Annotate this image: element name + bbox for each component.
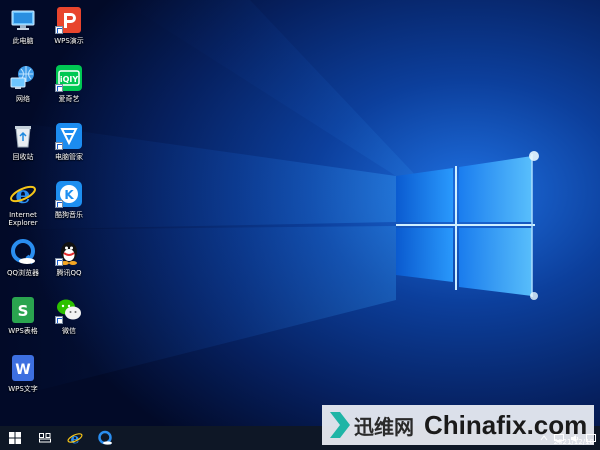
desktop-icon-qq-browser[interactable]: QQ浏览器 xyxy=(0,238,46,277)
pc-manager-icon xyxy=(55,122,83,150)
svg-text:W: W xyxy=(15,362,30,378)
desktop-icon-label: QQ浏览器 xyxy=(6,269,40,277)
qq-browser-icon xyxy=(9,238,37,266)
desktop-icon-label: 电脑管家 xyxy=(55,153,83,161)
desktop-icon-wps-writer[interactable]: W WPS文字 xyxy=(0,354,46,393)
taskbar-qq-browser[interactable] xyxy=(90,426,120,450)
taskbar-clock-date[interactable]: 2021/12/18 xyxy=(554,438,594,446)
svg-text:K: K xyxy=(64,188,74,202)
windows-logo-icon xyxy=(9,432,21,444)
desktop-icon-kugou-music[interactable]: K 酷狗音乐 xyxy=(46,180,92,219)
shortcut-arrow-icon xyxy=(55,258,63,266)
wechat-icon xyxy=(55,296,83,324)
tencent-qq-icon xyxy=(55,238,83,266)
chevron-up-icon[interactable] xyxy=(540,435,548,441)
desktop-icon-recycle-bin[interactable]: 回收站 xyxy=(0,122,46,161)
chevron-logo-icon xyxy=(330,412,350,438)
task-view-icon xyxy=(39,433,51,443)
svg-text:S: S xyxy=(18,302,29,320)
start-button[interactable] xyxy=(0,426,30,450)
desktop-icon-this-pc[interactable]: 此电脑 xyxy=(0,6,46,45)
taskbar-internet-explorer[interactable]: e xyxy=(60,426,90,450)
desktop-icon-tencent-qq[interactable]: 腾讯QQ xyxy=(46,238,92,277)
wps-writer-icon: W xyxy=(9,354,37,382)
iqiyi-icon: iQIY xyxy=(55,64,83,92)
kugou-music-icon: K xyxy=(55,180,83,208)
desktop-icon-label: WPS演示 xyxy=(54,37,84,45)
desktop-icon-label: 回收站 xyxy=(12,153,34,161)
desktop-icon-label: 酷狗音乐 xyxy=(55,211,83,219)
shortcut-arrow-icon xyxy=(55,142,63,150)
watermark-chinese-text: 迅维网 xyxy=(354,414,414,439)
desktop-icon-label: 此电脑 xyxy=(12,37,34,45)
desktop-icon-label: 爱奇艺 xyxy=(58,95,80,103)
shortcut-arrow-icon xyxy=(55,84,63,92)
desktop-icon-network[interactable]: 网络 xyxy=(0,64,46,103)
desktop-icon-label: 网络 xyxy=(16,95,30,103)
svg-text:e: e xyxy=(15,180,30,208)
desktop-icon-label: WPS表格 xyxy=(8,327,38,335)
wps-spreadsheet-icon: S xyxy=(9,296,37,324)
svg-text:iQIY: iQIY xyxy=(60,75,79,84)
wps-presentation-icon xyxy=(55,6,83,34)
qq-browser-icon xyxy=(98,430,112,445)
shortcut-arrow-icon xyxy=(55,200,63,208)
desktop-icon-pc-manager[interactable]: 电脑管家 xyxy=(46,122,92,161)
this-pc-icon xyxy=(9,6,37,34)
shortcut-arrow-icon xyxy=(55,316,63,324)
desktop-icon-wps-spreadsheet[interactable]: S WPS表格 xyxy=(0,296,46,335)
desktop-icon-label: WPS文字 xyxy=(8,385,38,393)
task-view-button[interactable] xyxy=(30,426,60,450)
shortcut-arrow-icon xyxy=(55,26,63,34)
internet-explorer-icon: e xyxy=(9,180,37,209)
internet-explorer-icon: e xyxy=(67,432,83,446)
recycle-bin-icon xyxy=(9,122,37,150)
desktop-icon-wechat[interactable]: 微信 xyxy=(46,296,92,335)
desktop-icon-label: 腾讯QQ xyxy=(56,269,82,277)
desktop-icon-label: 微信 xyxy=(62,327,76,335)
desktop-icon-internet-explorer[interactable]: e Internet Explorer xyxy=(0,180,46,227)
desktop-icon-wps-presentation[interactable]: WPS演示 xyxy=(46,6,92,45)
network-icon xyxy=(9,64,37,92)
desktop-icon-label: Internet Explorer xyxy=(8,211,38,227)
desktop-icon-iqiyi[interactable]: iQIY 爱奇艺 xyxy=(46,64,92,103)
